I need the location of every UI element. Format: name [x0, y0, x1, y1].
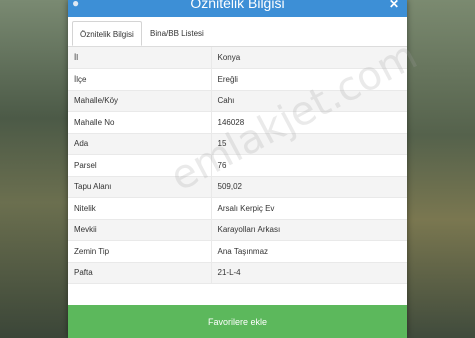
attribute-value: Konya: [211, 47, 407, 69]
attribute-table: İl Konya İlçe Ereğli Mahalle/Köy Cahı Mahalle …: [68, 47, 407, 284]
attribute-label: Pafta: [68, 262, 212, 284]
table-row: Parsel 76: [68, 154, 407, 177]
tab-building-list[interactable]: Bina/BB Listesi: [143, 21, 211, 46]
table-row: Mahalle/Köy Cahı: [68, 90, 407, 112]
table-row: Ada 15: [68, 133, 407, 155]
attribute-label: İlçe: [68, 68, 212, 91]
attribute-value: Ereğli: [211, 68, 407, 91]
attribute-value: Karayolları Arkası: [211, 219, 407, 241]
background-left: [0, 0, 68, 338]
attribute-value: 76: [211, 154, 407, 177]
table-row: Mevkii Karayolları Arkası: [68, 219, 407, 241]
tab-attribute-info[interactable]: Öznitelik Bilgisi: [72, 21, 142, 46]
table-row: Zemin Tip Ana Taşınmaz: [68, 240, 407, 263]
attribute-value: Cahı: [211, 90, 407, 112]
table-row: Pafta 21-L-4: [68, 262, 407, 284]
add-to-favorites-button[interactable]: Favorilere ekle: [68, 305, 407, 338]
attribute-label: Zemin Tip: [68, 240, 212, 263]
attribute-label: Mahalle No: [68, 111, 212, 134]
attribute-label: İl: [68, 47, 212, 69]
table-row: İlçe Ereğli: [68, 68, 407, 91]
attribute-label: Parsel: [68, 154, 212, 177]
attribute-label: Ada: [68, 133, 212, 155]
background-right: [407, 0, 475, 338]
table-row: İl Konya: [68, 47, 407, 69]
attribute-label: Tapu Alanı: [68, 176, 212, 198]
attribute-value: 509,02: [211, 176, 407, 198]
attribute-label: Mevkii: [68, 219, 212, 241]
modal-title: Öznitelik Bilgisi: [190, 0, 285, 11]
attribute-value: Ana Taşınmaz: [211, 240, 407, 263]
attribute-value: 146028: [211, 111, 407, 134]
tab-bar: Öznitelik Bilgisi Bina/BB Listesi: [68, 17, 407, 47]
attribute-modal: ● Öznitelik Bilgisi ✕ Öznitelik Bilgisi …: [68, 0, 425, 338]
attribute-label: Mahalle/Köy: [68, 90, 212, 112]
attribute-table-wrapper: İl Konya İlçe Ereğli Mahalle/Köy Cahı Mahalle …: [68, 47, 407, 284]
modal-header: ● Öznitelik Bilgisi ✕: [68, 0, 407, 17]
attribute-value: 21-L-4: [211, 262, 407, 284]
attribute-value: Arsalı Kerpiç Ev: [211, 197, 407, 220]
attribute-label: Nitelik: [68, 197, 212, 220]
table-row: Mahalle No 146028: [68, 111, 407, 134]
close-icon[interactable]: ✕: [389, 0, 399, 11]
attribute-value: 15: [211, 133, 407, 155]
table-row: Nitelik Arsalı Kerpiç Ev: [68, 197, 407, 220]
table-row: Tapu Alanı 509,02: [68, 176, 407, 198]
